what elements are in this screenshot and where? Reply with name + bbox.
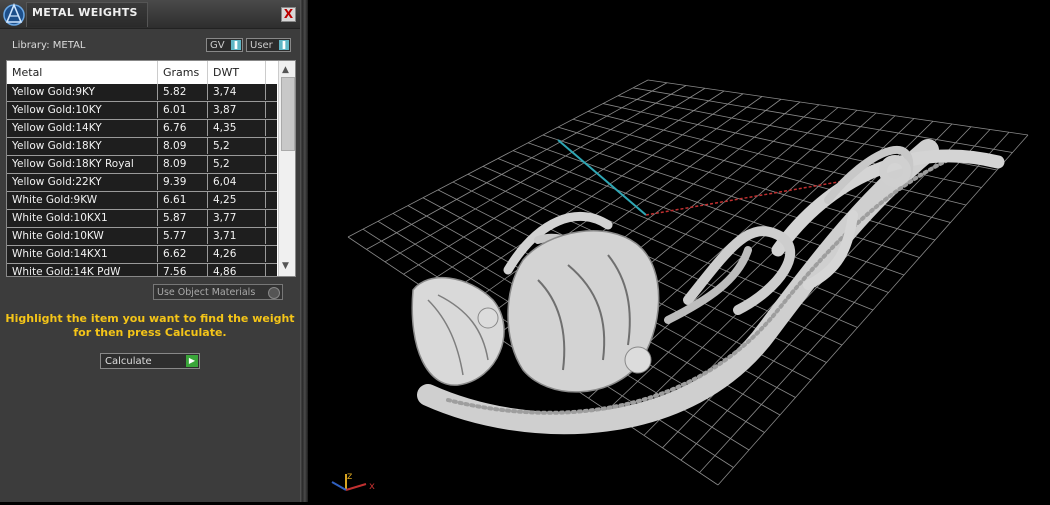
table-header: Metal Grams DWT [7,61,277,84]
toggle-knob-icon: ❚ [231,40,241,50]
table-row[interactable]: White Gold:14K PdW 7.56 4,86 [7,264,277,276]
dwt-cell: 6,04 [208,174,266,190]
metal-cell: White Gold:9KW [7,192,158,208]
calculate-label: Calculate [105,356,152,367]
table-row[interactable]: Yellow Gold:18KY 8.09 5,2 [7,138,277,156]
dwt-cell: 4,25 [208,192,266,208]
grams-cell: 8.09 [158,156,208,172]
panel-title: METAL WEIGHTS [32,6,138,19]
metal-cell: Yellow Gold:18KY [7,138,158,154]
dwt-cell: 3,87 [208,102,266,118]
metal-cell: Yellow Gold:14KY [7,120,158,136]
table-row[interactable]: Yellow Gold:10KY 6.01 3,87 [7,102,277,120]
grams-cell: 5.77 [158,228,208,244]
gv-toggle-label: GV [210,40,225,51]
play-arrow-icon: ▶ [186,355,198,367]
checkbox-indicator-icon [268,287,280,299]
axis-x-label: x [369,481,375,492]
metal-cell: White Gold:10KW [7,228,158,244]
panel-splitter[interactable] [300,0,308,502]
metal-cell: Yellow Gold:9KY [7,84,158,100]
scroll-down-icon[interactable]: ▼ [282,261,289,271]
user-toggle[interactable]: User ❚ [246,38,291,52]
grid-line [680,129,991,461]
grams-cell: 9.39 [158,174,208,190]
panel-titlebar: METAL WEIGHTS X [0,0,300,29]
table-row[interactable]: White Gold:10KW 5.77 3,71 [7,228,277,246]
use-object-materials-label: Use Object Materials [157,287,256,298]
table-scrollbar[interactable]: ▲ ▼ [278,61,295,276]
y-axis-line [557,139,647,216]
close-button[interactable]: X [281,7,296,22]
grams-cell: 7.56 [158,264,208,276]
grams-cell: 6.61 [158,192,208,208]
dwt-cell: 5,2 [208,138,266,154]
dwt-cell: 3,77 [208,210,266,226]
grams-cell: 6.01 [158,102,208,118]
grams-cell: 5.87 [158,210,208,226]
viewport-canvas[interactable]: z x [308,0,1050,502]
table-row[interactable]: Yellow Gold:22KY 9.39 6,04 [7,174,277,192]
app-logo-icon [3,2,25,26]
table-body: Yellow Gold:9KY 5.82 3,74 Yellow Gold:10KY 6… [7,84,277,276]
grams-cell: 6.76 [158,120,208,136]
dwt-cell: 3,74 [208,84,266,100]
grams-cell: 6.62 [158,246,208,262]
metal-cell: Yellow Gold:10KY [7,102,158,118]
filigree-leaf [411,277,505,386]
table-row[interactable]: White Gold:9KW 6.61 4,25 [7,192,277,210]
metal-cell: White Gold:14KX1 [7,246,158,262]
column-header-grams[interactable]: Grams [158,61,208,84]
scroll-up-icon[interactable]: ▲ [282,65,289,75]
table-row[interactable]: White Gold:10KX1 5.87 3,77 [7,210,277,228]
metal-table: Metal Grams DWT Yellow Gold:9KY 5.82 3,74 Y… [6,60,296,277]
axis-z-label: z [347,471,352,482]
instruction-line: for then press Calculate. [73,326,227,339]
dwt-cell: 4,26 [208,246,266,262]
use-object-materials-checkbox[interactable]: Use Object Materials [153,284,283,300]
library-label: Library: METAL [12,40,86,51]
user-toggle-label: User [250,40,273,51]
gv-toggle[interactable]: GV ❚ [206,38,243,52]
grams-cell: 5.82 [158,84,208,100]
instruction-line: Highlight the item you want to find the … [5,312,295,325]
table-row[interactable]: White Gold:14KX1 6.62 4,26 [7,246,277,264]
dwt-cell: 5,2 [208,156,266,172]
3d-viewport[interactable]: z x [308,0,1050,502]
metal-cell: White Gold:10KX1 [7,210,158,226]
grid-line [632,87,1013,153]
dwt-cell: 4,35 [208,120,266,136]
dwt-cell: 4,86 [208,264,266,276]
axis-gizmo: z x [331,471,375,492]
dwt-cell: 3,71 [208,228,266,244]
metal-cell: Yellow Gold:22KY [7,174,158,190]
column-header-metal[interactable]: Metal [7,61,158,84]
toggle-knob-icon: ❚ [279,40,289,50]
calculate-button[interactable]: Calculate ▶ [100,353,200,369]
table-row[interactable]: Yellow Gold:14KY 6.76 4,35 [7,120,277,138]
table-row[interactable]: Yellow Gold:9KY 5.82 3,74 [7,84,277,102]
instruction-text: Highlight the item you want to find the … [0,312,300,340]
scroll-thumb[interactable] [281,77,295,151]
column-header-dwt[interactable]: DWT [208,61,266,84]
panel-title-tab[interactable]: METAL WEIGHTS [26,2,148,27]
table-row[interactable]: Yellow Gold:18KY Royal 8.09 5,2 [7,156,277,174]
metal-cell: White Gold:14K PdW [7,264,158,276]
grams-cell: 8.09 [158,138,208,154]
metal-weights-panel: METAL WEIGHTS X Library: METAL GV ❚ User… [0,0,300,502]
metal-cell: Yellow Gold:18KY Royal [7,156,158,172]
